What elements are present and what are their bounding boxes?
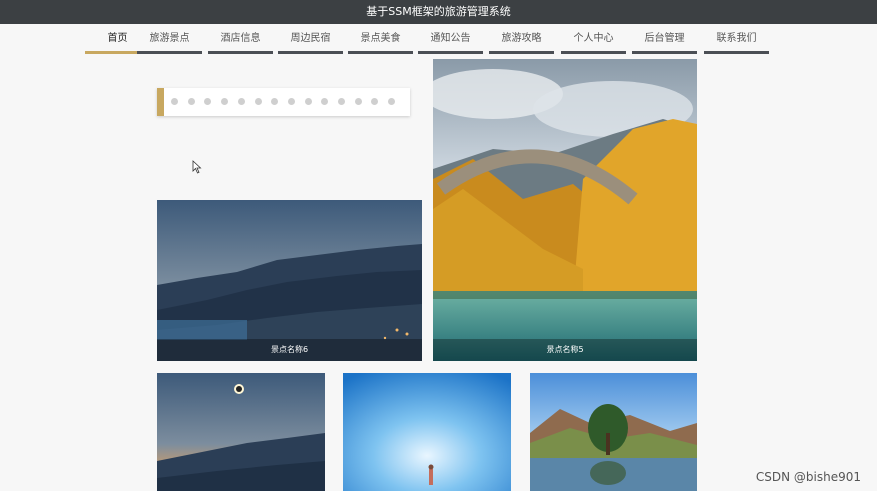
nav-item-homestays[interactable]: 周边民宿 — [278, 28, 343, 54]
carousel-dot[interactable] — [237, 98, 245, 105]
nav-label: 酒店信息 — [220, 33, 261, 44]
carousel-dot[interactable] — [338, 98, 345, 105]
nav-item-notices[interactable]: 通知公告 — [418, 28, 483, 54]
nav-label: 周边民宿 — [290, 33, 331, 44]
nav-underline — [561, 51, 626, 54]
carousel-dot[interactable] — [321, 98, 329, 105]
lake-tree-image — [530, 373, 697, 491]
nav-label: 通知公告 — [430, 33, 471, 44]
blue-sky-person-image — [343, 373, 511, 491]
nav-label: 首页 — [107, 33, 128, 44]
main-nav: 首页 旅游景点 酒店信息 周边民宿 景点美食 通知公告 旅游攻略 个人中心 后台… — [0, 28, 877, 54]
nav-item-personal[interactable]: 个人中心 — [561, 28, 626, 54]
nav-underline — [348, 51, 413, 54]
nav-label: 联系我们 — [716, 33, 757, 44]
card-caption: 景点名称5 — [433, 339, 697, 361]
carousel-dot[interactable] — [354, 98, 362, 105]
attraction-card-bottom-3[interactable] — [530, 373, 697, 491]
carousel-active-marker — [157, 88, 164, 116]
nav-label: 旅游景点 — [149, 33, 190, 44]
nav-item-food[interactable]: 景点美食 — [348, 28, 413, 54]
nav-underline — [278, 51, 343, 54]
nav-underline — [418, 51, 483, 54]
carousel-dot[interactable] — [388, 98, 396, 105]
nav-item-admin[interactable]: 后台管理 — [632, 28, 697, 54]
nav-underline — [704, 51, 769, 54]
nav-underline — [208, 51, 273, 54]
attraction-card-5[interactable]: 景点名称5 — [433, 59, 697, 361]
carousel-dot[interactable] — [371, 98, 379, 105]
nav-item-attractions[interactable]: 旅游景点 — [137, 28, 202, 54]
carousel-dot[interactable] — [287, 98, 295, 105]
nav-underline — [489, 51, 554, 54]
eclipse-mountain-image — [157, 373, 325, 491]
carousel-dot[interactable] — [304, 98, 312, 105]
carousel-indicator — [157, 88, 410, 116]
mouse-cursor-icon — [192, 160, 202, 174]
carousel-dot[interactable] — [204, 98, 212, 105]
nav-label: 旅游攻略 — [501, 33, 542, 44]
nav-item-guides[interactable]: 旅游攻略 — [489, 28, 554, 54]
carousel-dot[interactable] — [271, 98, 279, 105]
attraction-card-6[interactable]: 景点名称6 — [157, 200, 422, 361]
app-title: 基于SSM框架的旅游管理系统 — [366, 5, 511, 18]
nav-label: 个人中心 — [573, 33, 614, 44]
carousel-dot[interactable] — [254, 98, 262, 105]
mountain-dusk-image — [157, 200, 422, 361]
attraction-card-bottom-1[interactable] — [157, 373, 325, 491]
nav-item-contact[interactable]: 联系我们 — [704, 28, 769, 54]
nav-label: 景点美食 — [360, 33, 401, 44]
carousel-dot[interactable] — [171, 98, 178, 105]
watermark: CSDN @bishe901 — [755, 470, 861, 484]
stone-bridge-image — [433, 59, 697, 361]
carousel-dot[interactable] — [221, 98, 229, 105]
nav-item-hotels[interactable]: 酒店信息 — [208, 28, 273, 54]
nav-underline — [632, 51, 697, 54]
carousel-dot[interactable] — [187, 98, 195, 105]
card-caption: 景点名称6 — [157, 339, 422, 361]
nav-label: 后台管理 — [644, 33, 685, 44]
attraction-card-bottom-2[interactable] — [343, 373, 511, 491]
nav-underline — [137, 51, 202, 54]
app-title-bar: 基于SSM框架的旅游管理系统 — [0, 0, 877, 24]
